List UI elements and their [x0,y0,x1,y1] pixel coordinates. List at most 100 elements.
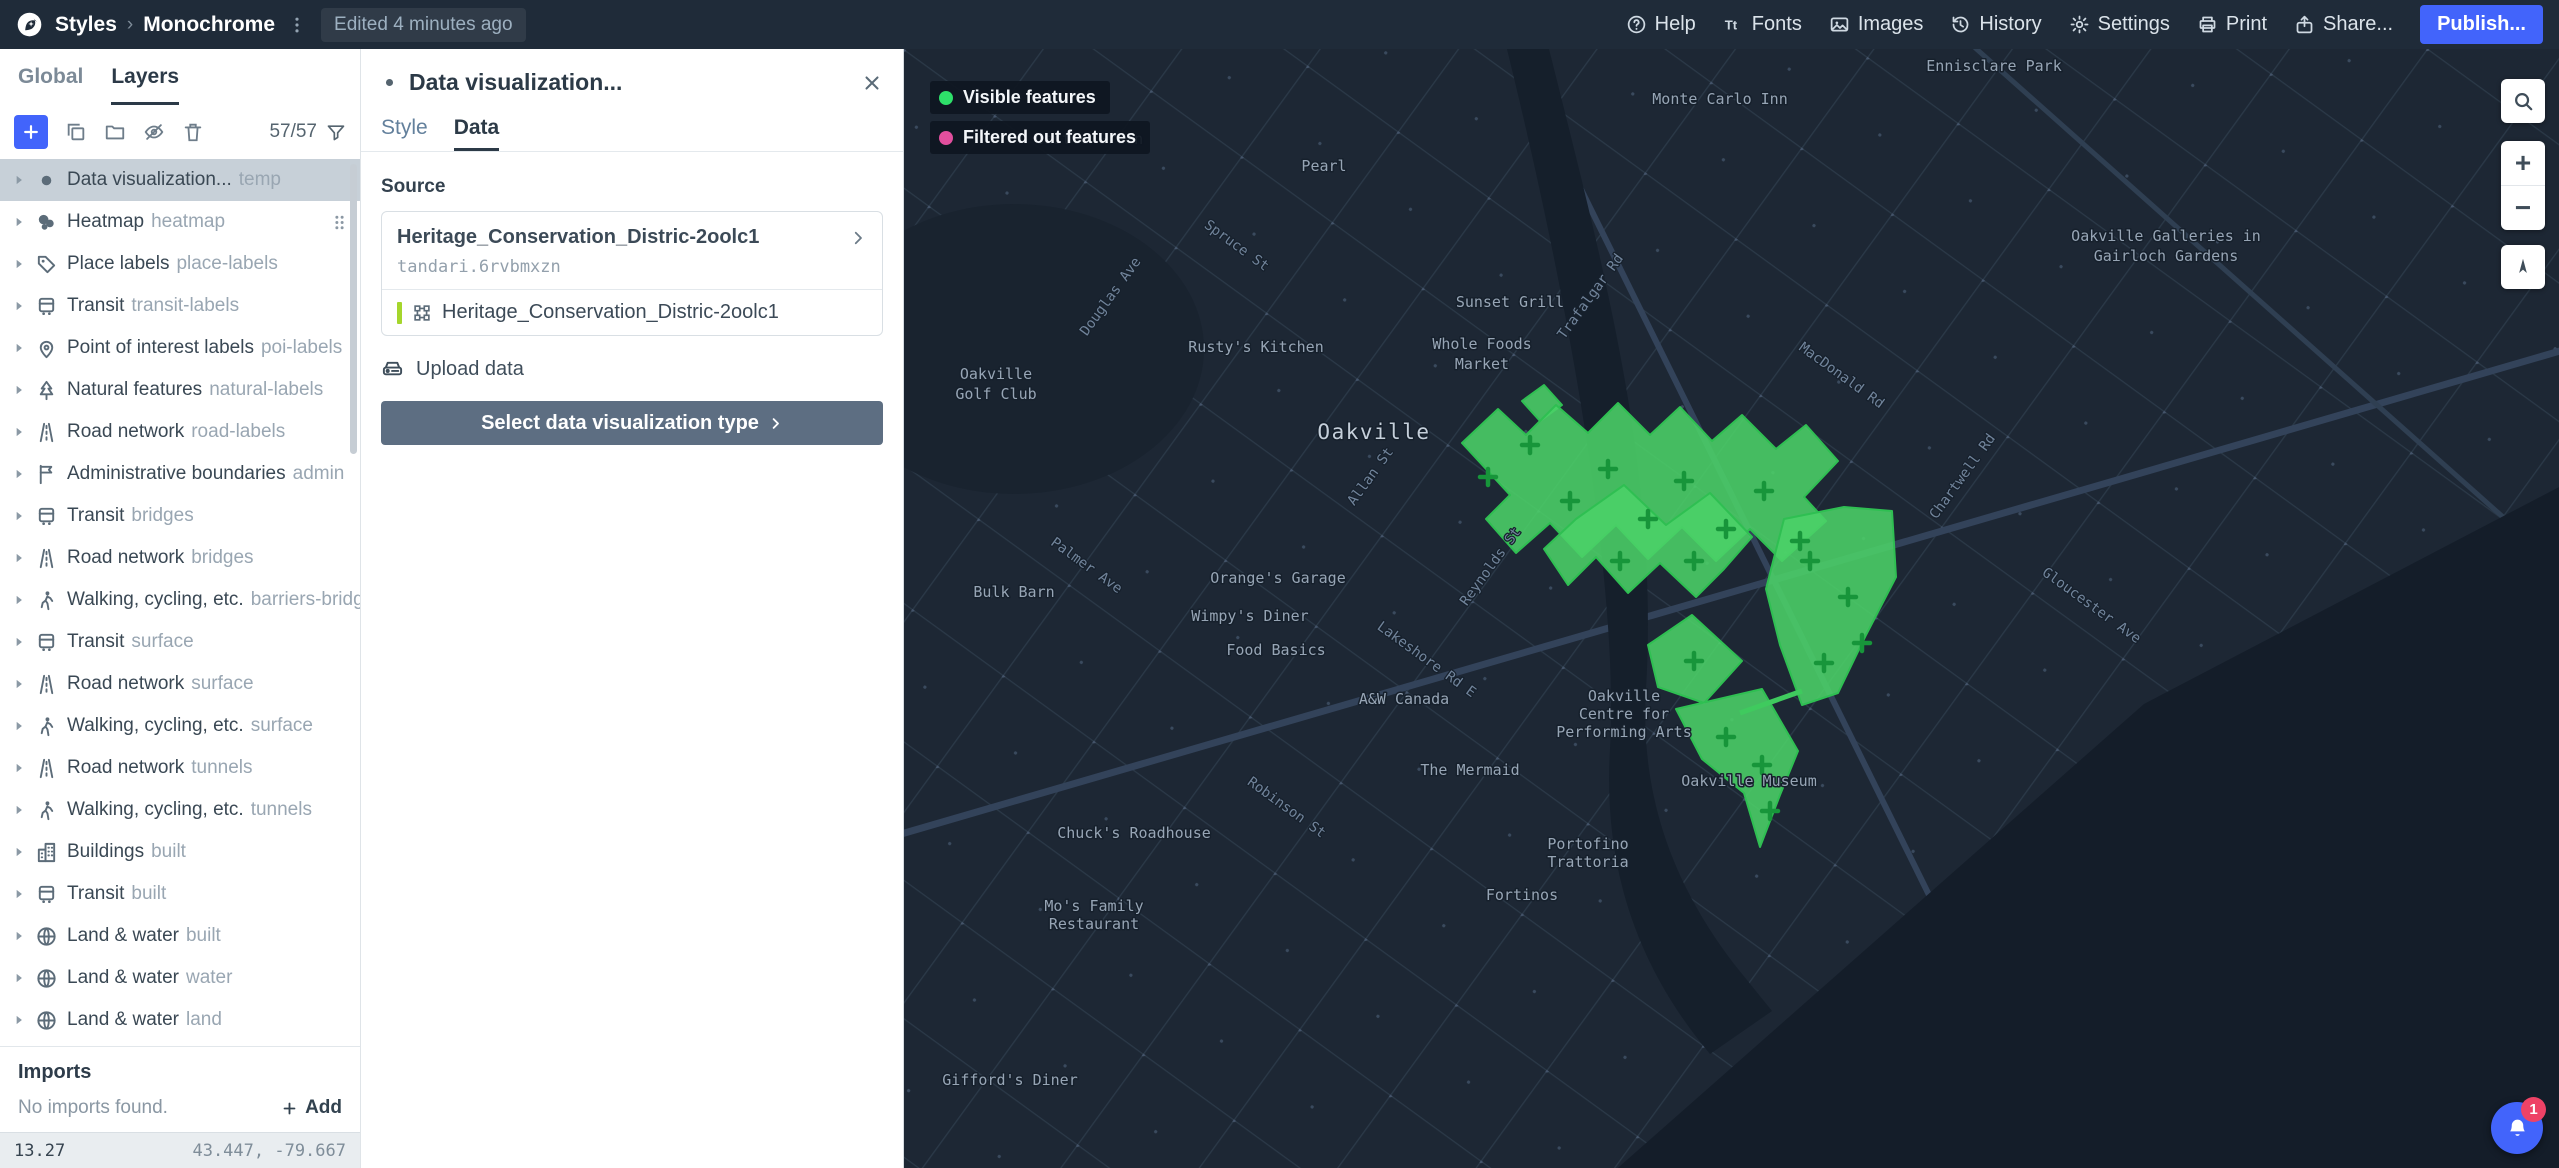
layer-list: Data visualization...tempHeatmapheatmapP… [0,159,360,1046]
layer-row-built[interactable]: Buildingsbuilt [0,831,360,873]
caret-icon [12,719,26,733]
add-layer-button[interactable] [14,115,48,149]
map-label: Oakville [1588,687,1660,705]
map-legend: Visible featuresFiltered out features [930,81,1150,154]
group-folder-icon[interactable] [104,121,126,143]
layer-row-admin[interactable]: Administrative boundariesadmin [0,453,360,495]
caret-icon [12,551,26,565]
layer-row-surface[interactable]: Transitsurface [0,621,360,663]
compass-button[interactable] [2501,245,2545,289]
walk-icon [35,799,58,822]
map-label: Pearl [1301,157,1346,175]
tab-layers[interactable]: Layers [111,49,179,105]
layer-row-barriers-bridges[interactable]: Walking, cycling, etc.barriers-bridges [0,579,360,621]
caret-icon [12,215,26,229]
source-layer-row[interactable]: Heritage_Conservation_Distric-2oolc1 [382,290,882,335]
layer-row-heatmap[interactable]: Heatmapheatmap [0,201,360,243]
map-label: Food Basics [1226,641,1325,659]
notification-badge: 1 [2521,1097,2546,1122]
topbar-images-button[interactable]: Images [1829,13,1924,36]
building-icon [35,841,58,864]
publish-button[interactable]: Publish... [2420,5,2543,44]
select-visualization-type-button[interactable]: Select data visualization type [381,401,883,445]
filter-funnel-icon [326,122,346,142]
map-label: Wimpy's Diner [1191,607,1308,625]
layer-filter-count[interactable]: 57/57 [269,121,346,143]
layer-sublabel: natural-labels [209,379,323,401]
layer-row-surface[interactable]: Road networksurface [0,663,360,705]
layer-row-place-labels[interactable]: Place labelsplace-labels [0,243,360,285]
layer-name: Data visualization... [67,169,232,191]
topbar-help-button[interactable]: Help [1626,13,1696,36]
mapbox-logo-icon[interactable] [16,11,43,38]
imports-title: Imports [18,1061,342,1084]
layer-name: Heatmap [67,211,144,233]
map-label: Oakville [1317,420,1430,444]
zoom-out-button[interactable]: − [2501,186,2545,230]
map-canvas[interactable]: Ennisclare ParkMonte Carlo InnCastle Gre… [904,49,2559,1168]
drag-handle-icon[interactable] [329,212,350,233]
upload-data-button[interactable]: Upload data [381,358,524,381]
edited-badge: Edited 4 minutes ago [321,8,526,42]
map-label: Centre for [1579,705,1669,723]
layer-row-bridges[interactable]: Transitbridges [0,495,360,537]
layer-row-bridges[interactable]: Road networkbridges [0,537,360,579]
search-icon [2512,90,2534,112]
layer-row-tunnels[interactable]: Walking, cycling, etc.tunnels [0,789,360,831]
breadcrumb-separator: › [127,14,133,36]
caret-icon [12,971,26,985]
topbar-print-button[interactable]: Print [2197,13,2267,36]
upload-drive-icon [381,358,404,381]
topbar-history-button[interactable]: History [1950,13,2041,36]
tab-global[interactable]: Global [18,49,83,105]
layer-row-poi-labels[interactable]: Point of interest labelspoi-labels [0,327,360,369]
layer-row-surface[interactable]: Walking, cycling, etc.surface [0,705,360,747]
layer-row-natural-labels[interactable]: Natural featuresnatural-labels [0,369,360,411]
topbar-help-label: Help [1655,13,1696,36]
walk-icon [35,715,58,738]
duplicate-layer-icon[interactable] [65,121,87,143]
layers-toolbar: 57/57 [0,105,360,159]
layer-row-temp[interactable]: Data visualization...temp [0,159,360,201]
map-label: Market [1455,355,1509,373]
bus-icon [35,883,58,906]
kebab-menu-icon[interactable] [287,15,307,35]
layer-sublabel: built [186,925,221,947]
sidebar-scrollbar[interactable] [350,164,357,454]
add-import-button[interactable]: Add [281,1097,342,1119]
layer-row-built[interactable]: Transitbuilt [0,873,360,915]
layer-row-built[interactable]: Land & water built [0,915,360,957]
layer-row-road-labels[interactable]: Road networkroad-labels [0,411,360,453]
layers-sidebar: Global Layers 57/57 Data visualization..… [0,49,361,1168]
breadcrumb-style-name[interactable]: Monochrome [143,13,275,37]
tab-data[interactable]: Data [454,108,500,151]
topbar-gear-button[interactable]: Settings [2069,13,2170,36]
layer-name: Buildings [67,841,144,863]
layer-name: Land & water [67,925,179,947]
topbar-fonts-button[interactable]: TtFonts [1723,13,1802,36]
topbar-share-button[interactable]: Share... [2294,13,2393,36]
layer-row-tunnels[interactable]: Road networktunnels [0,747,360,789]
topbar-fonts-label: Fonts [1752,13,1802,36]
close-icon[interactable] [861,72,883,94]
notifications-button[interactable]: 1 [2491,1102,2543,1154]
source-row[interactable]: Heritage_Conservation_Distric-2oolc1 [397,226,867,249]
caret-icon [12,509,26,523]
hide-layer-icon[interactable] [143,121,165,143]
map-label: Restaurant [1049,915,1139,933]
map-search-button[interactable] [2501,79,2545,123]
chevron-right-icon [849,229,867,247]
delete-layer-icon[interactable] [182,121,204,143]
map-status-bar: 13.27 43.447, -79.667 [0,1132,360,1168]
layer-row-land[interactable]: Land & waterland [0,999,360,1041]
layer-row-transit-labels[interactable]: Transittransit-labels [0,285,360,327]
sidebar-tabs: Global Layers [0,49,360,105]
zoom-controls: + − [2501,141,2545,230]
caret-icon [12,467,26,481]
tab-style[interactable]: Style [381,108,428,151]
layer-name: Road network [67,673,184,695]
zoom-in-button[interactable]: + [2501,141,2545,185]
history-icon [1950,14,1971,35]
breadcrumb-styles[interactable]: Styles [55,13,117,37]
layer-row-water[interactable]: Land & waterwater [0,957,360,999]
